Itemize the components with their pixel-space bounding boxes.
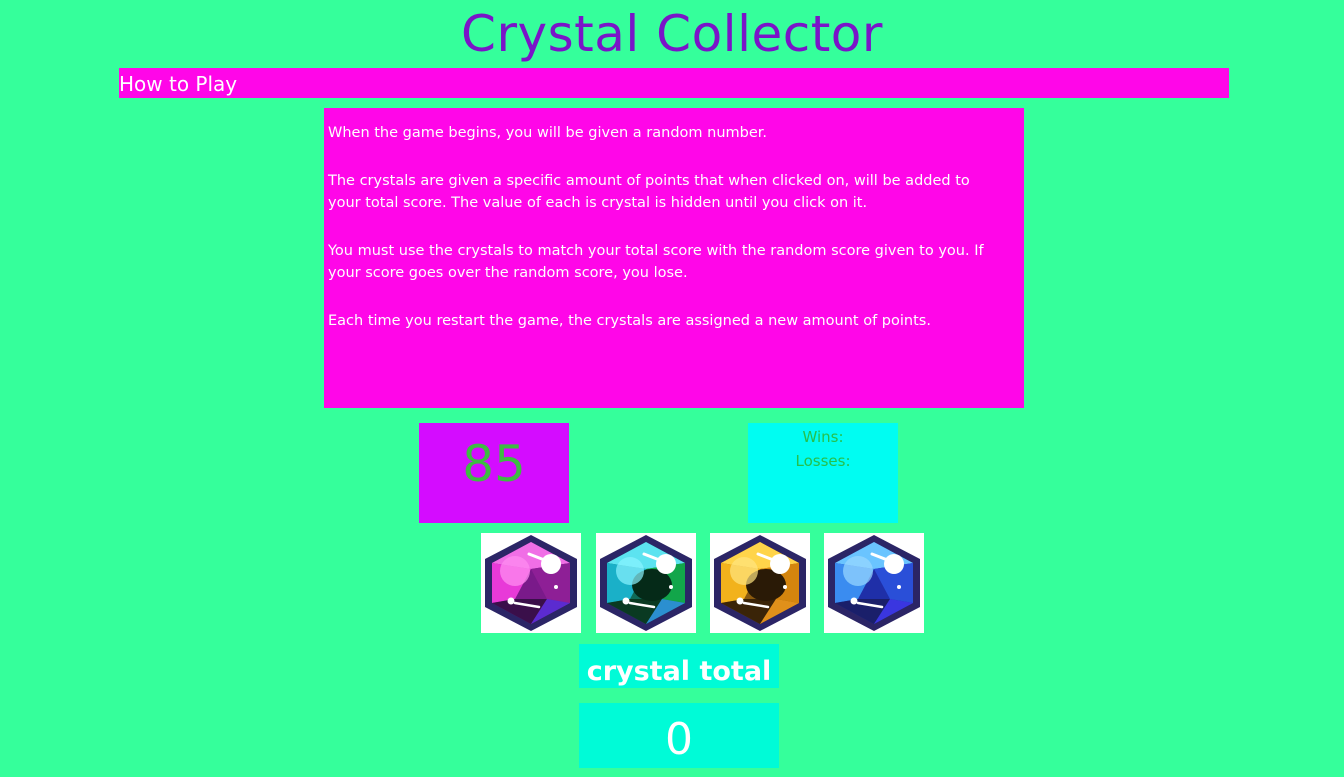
scoreboard: Wins: Losses: [748,423,898,523]
pink-crystal-button[interactable] [481,533,581,633]
how-to-play-toggle[interactable]: How to Play [119,68,1229,98]
yellow-crystal-icon [714,535,806,631]
rule-paragraph: When the game begins, you will be given … [328,125,768,141]
rule-paragraph: The crystals are given a specific amount… [328,173,970,211]
green-crystal-icon [600,535,692,631]
rule-paragraph: You must use the crystals to match your … [328,243,984,281]
crystal-total-label: crystal total [579,644,779,688]
wins-label: Wins: [802,428,844,446]
green-crystal-button[interactable] [596,533,696,633]
yellow-crystal-button[interactable] [710,533,810,633]
rule-paragraph: Each time you restart the game, the crys… [328,313,931,329]
blue-crystal-button[interactable] [824,533,924,633]
blue-crystal-icon [828,535,920,631]
random-target-number: 85 [419,423,569,523]
pink-crystal-icon [485,535,577,631]
page-title: Crystal Collector [461,5,883,63]
rules-panel: When the game begins, you will be given … [324,108,1024,408]
crystal-total-value: 0 [579,703,779,768]
losses-label: Losses: [795,452,851,470]
